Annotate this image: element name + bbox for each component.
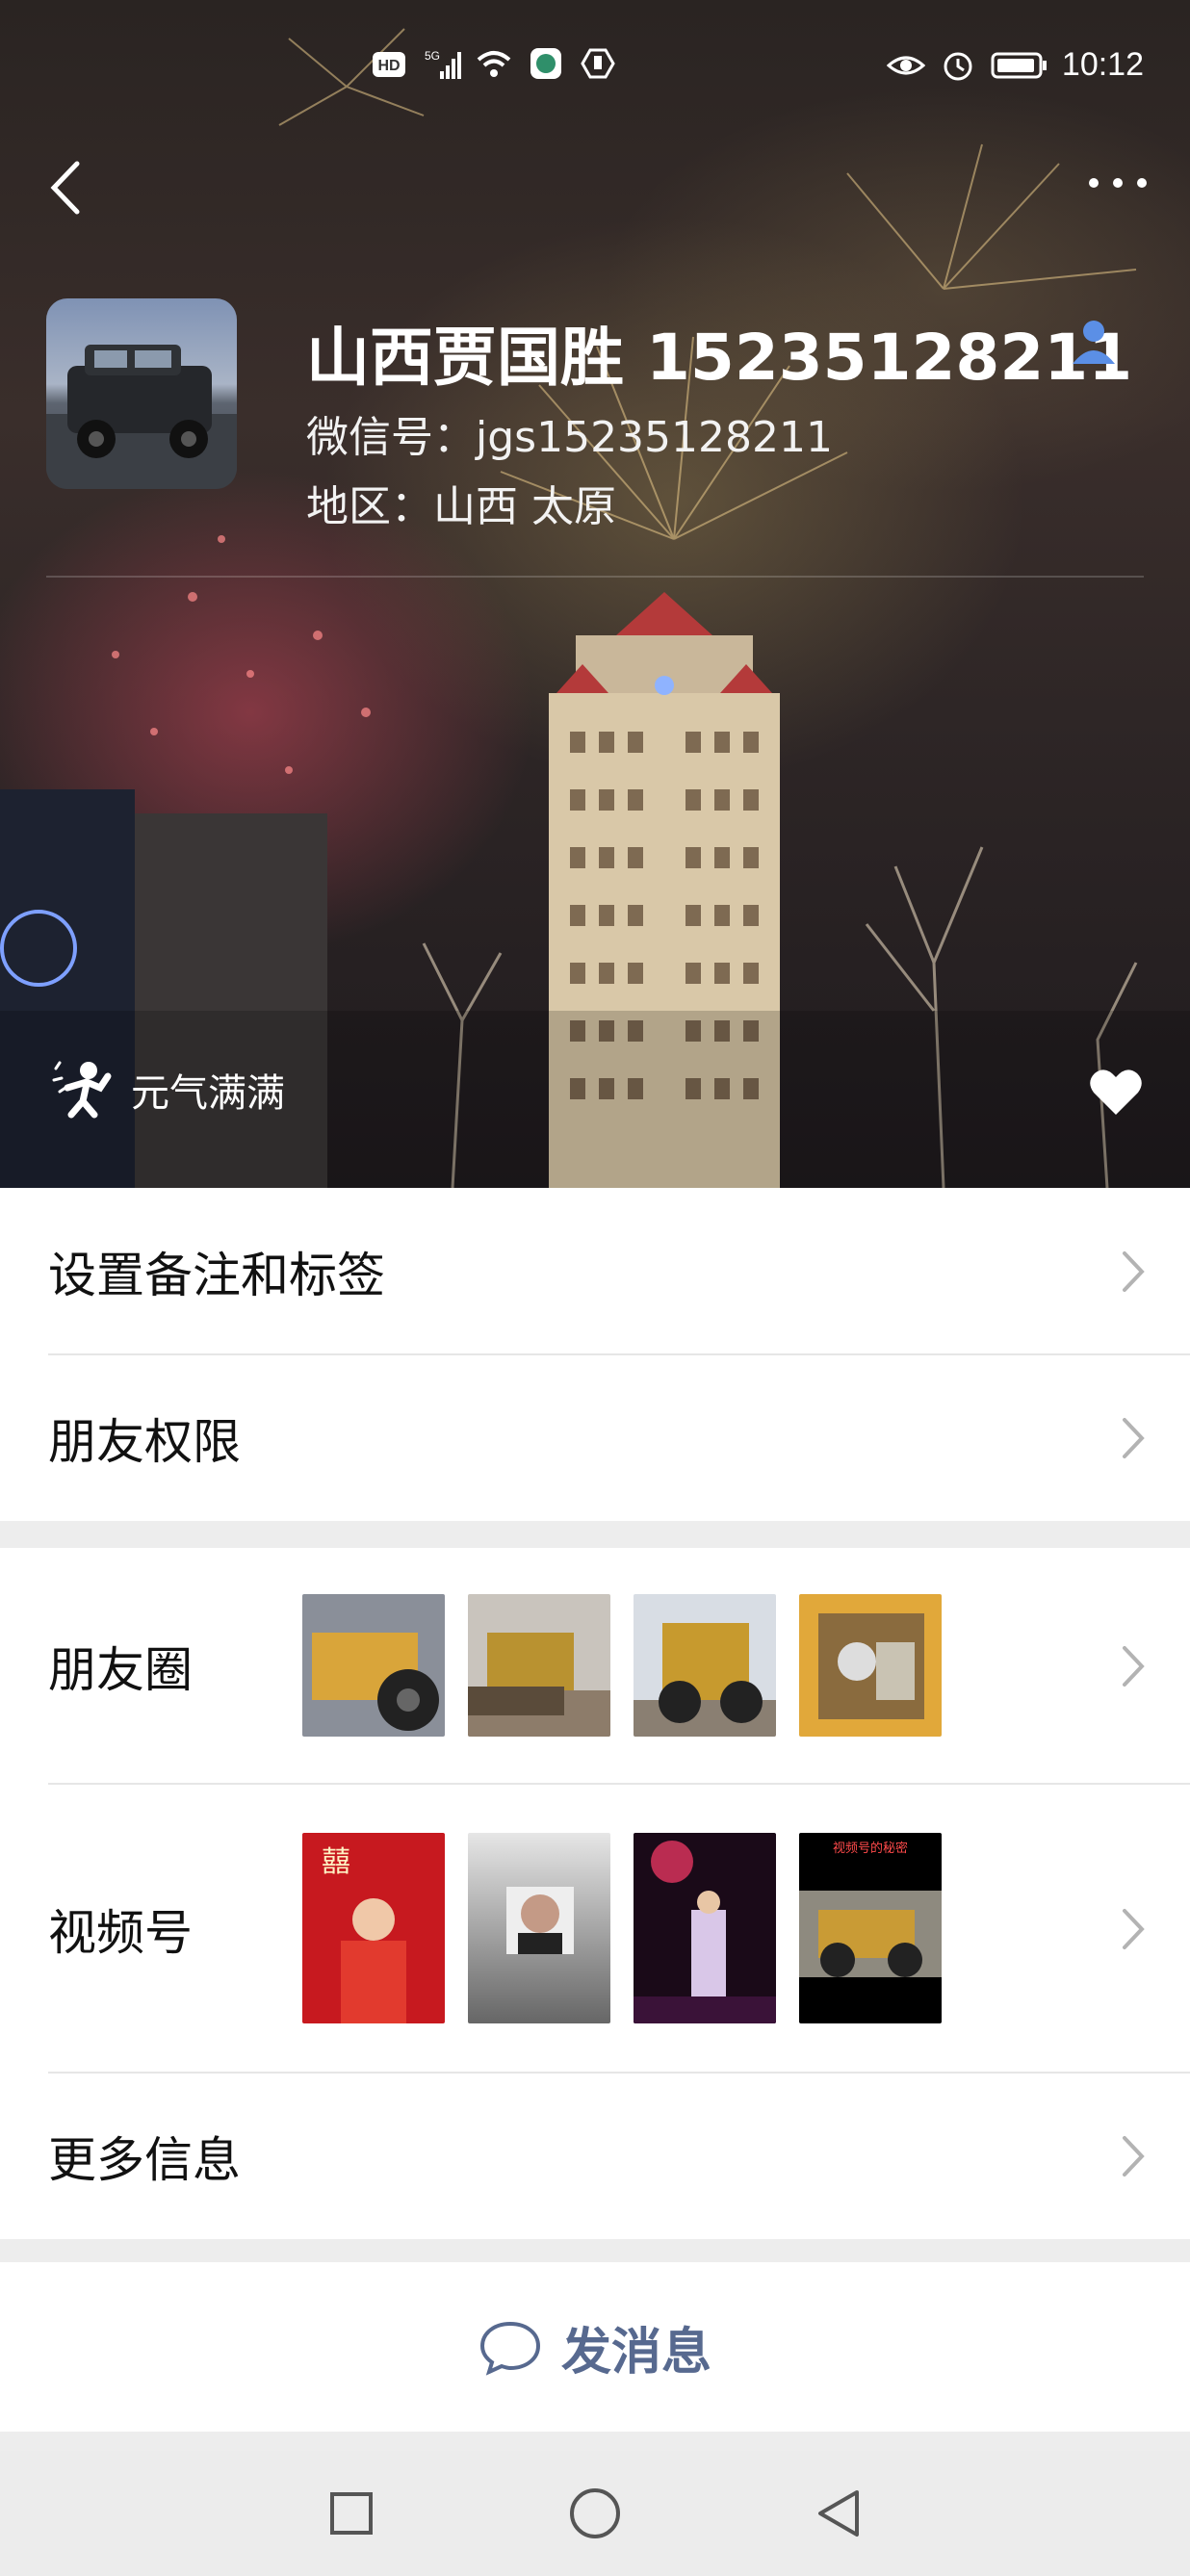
battery-icon	[991, 52, 1047, 78]
hd-icon: HD	[373, 52, 405, 77]
remark-tags-row[interactable]: 设置备注和标签	[0, 1188, 1190, 1355]
more-info-row[interactable]: 更多信息	[0, 2074, 1190, 2239]
cover-image	[0, 28, 1190, 1188]
moments-row[interactable]: 朋友圈	[0, 1548, 1190, 1785]
svg-text:5G: 5G	[425, 49, 440, 63]
system-nav-bar	[0, 2451, 1190, 2576]
actions-section: 发消息	[0, 2262, 1190, 2432]
app-notify-icon	[530, 48, 561, 79]
avatar[interactable]	[46, 298, 237, 489]
svg-text:囍: 囍	[322, 1845, 350, 1879]
chevron-right-icon	[1123, 2136, 1145, 2177]
channels-row[interactable]: 视频号 囍 视频号的秘密	[0, 1785, 1190, 2074]
moments-photo	[468, 1594, 610, 1737]
status-right-icons: 10:12	[886, 46, 1144, 84]
send-message-label: 发消息	[560, 2323, 711, 2382]
wifi-icon	[477, 51, 511, 77]
moments-photo	[799, 1594, 942, 1737]
channel-video-thumb: 囍	[302, 1833, 445, 2023]
channel-video-thumb: 视频号的秘密	[799, 1833, 942, 2023]
channel-video-thumb	[468, 1833, 610, 2023]
wechat-id: 微信号：jgs15235128211	[306, 413, 834, 462]
hero-divider	[46, 576, 1144, 578]
status-text: 元气满满	[131, 1071, 285, 1116]
moments-photo	[634, 1594, 776, 1737]
status-bar: HD 5G 10:12	[0, 0, 1190, 135]
recent-apps-icon[interactable]	[327, 2489, 375, 2537]
avatar-car-image	[46, 345, 237, 489]
friend-status[interactable]: 元气满满	[50, 1059, 285, 1121]
chat-bubble-icon	[479, 2321, 540, 2376]
moments-thumbnails	[302, 1594, 942, 1737]
channels-label: 视频号	[48, 1905, 193, 1961]
more-dots-icon[interactable]	[1084, 164, 1151, 202]
back-nav-icon[interactable]	[815, 2486, 863, 2540]
chevron-right-icon	[1123, 1909, 1145, 1949]
send-message-button[interactable]: 发消息	[0, 2262, 1190, 2432]
channels-thumbnails: 囍 视频号的秘密	[302, 1833, 942, 2023]
chevron-right-icon	[1123, 1646, 1145, 1687]
eye-icon	[886, 56, 925, 74]
chevron-right-icon	[1123, 1251, 1145, 1292]
energetic-person-icon	[52, 1061, 112, 1119]
heart-icon[interactable]	[1088, 1067, 1144, 1117]
5g-signal-icon: 5G	[425, 49, 461, 79]
profile-cover[interactable]: HD 5G 10:12 山西贾国胜 15235128211 微信号：jgs152…	[0, 0, 1190, 1188]
contact-person-icon	[1073, 321, 1115, 364]
home-icon[interactable]	[568, 2486, 622, 2540]
more-info-label: 更多信息	[48, 2132, 241, 2188]
settings-section: 设置备注和标签 朋友权限	[0, 1188, 1190, 1521]
channel-video-thumb	[634, 1833, 776, 2023]
moments-label: 朋友圈	[48, 1642, 193, 1698]
hand-icon	[581, 48, 615, 79]
thumb-caption: 视频号的秘密	[833, 1841, 908, 1856]
chevron-left-icon[interactable]	[39, 154, 96, 221]
moments-photo	[302, 1594, 445, 1737]
profile-name: 山西贾国胜 15235128211	[306, 321, 1133, 395]
status-left-icons: HD 5G	[371, 46, 617, 81]
chevron-right-icon	[1123, 1418, 1145, 1458]
content-section: 朋友圈 视频号 囍 视频号的秘密 更多信息	[0, 1548, 1190, 2239]
friend-permission-row[interactable]: 朋友权限	[0, 1355, 1190, 1521]
alarm-icon	[944, 52, 972, 80]
remark-tags-label: 设置备注和标签	[48, 1248, 385, 1303]
region: 地区：山西 太原	[306, 482, 616, 531]
status-time: 10:12	[1061, 46, 1144, 83]
svg-text:HD: HD	[377, 58, 400, 74]
friend-permission-label: 朋友权限	[48, 1414, 241, 1470]
